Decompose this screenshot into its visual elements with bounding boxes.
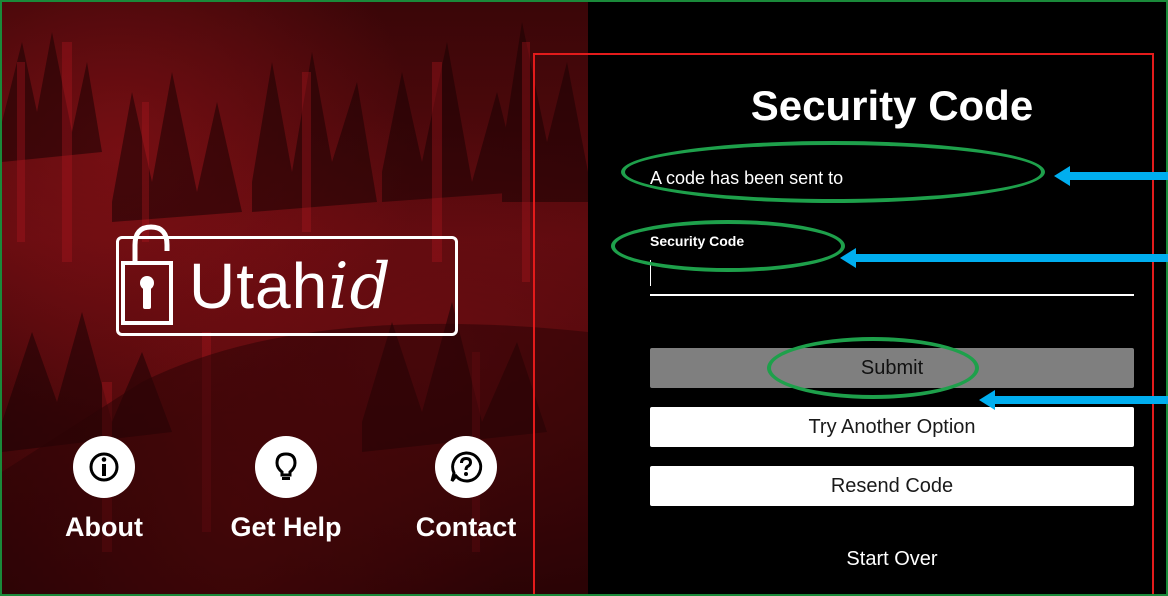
nav-about[interactable]: About xyxy=(44,436,164,543)
logo-wordmark: Utahid xyxy=(189,241,392,332)
security-code-label: Security Code xyxy=(650,233,745,249)
logo-word-id: id xyxy=(328,250,392,324)
brand-panel: Utahid About Get Help Contact xyxy=(2,2,588,594)
page-title: Security Code xyxy=(750,82,1034,129)
nav-get-help-label: Get Help xyxy=(230,512,342,542)
logo-word-utah: Utah xyxy=(189,250,329,322)
security-code-input[interactable] xyxy=(650,256,1134,296)
nav-contact-label: Contact xyxy=(415,512,517,542)
highlight-frame xyxy=(533,53,1154,596)
text-caret xyxy=(650,260,651,286)
try-another-option-button[interactable]: Try Another Option xyxy=(650,407,1134,447)
resend-code-button[interactable]: Resend Code xyxy=(650,466,1134,506)
nav-get-help[interactable]: Get Help xyxy=(226,436,346,543)
submit-button[interactable]: Submit xyxy=(650,348,1134,388)
nav-contact[interactable]: Contact xyxy=(406,436,526,543)
question-icon xyxy=(435,436,497,498)
nav-about-label: About xyxy=(65,512,143,542)
padlock-icon xyxy=(121,224,173,325)
start-over-link[interactable]: Start Over xyxy=(650,548,1134,571)
lightbulb-icon xyxy=(255,436,317,498)
utahid-logo: Utahid xyxy=(116,224,458,336)
info-icon xyxy=(73,436,135,498)
code-sent-message: A code has been sent to xyxy=(650,168,844,188)
